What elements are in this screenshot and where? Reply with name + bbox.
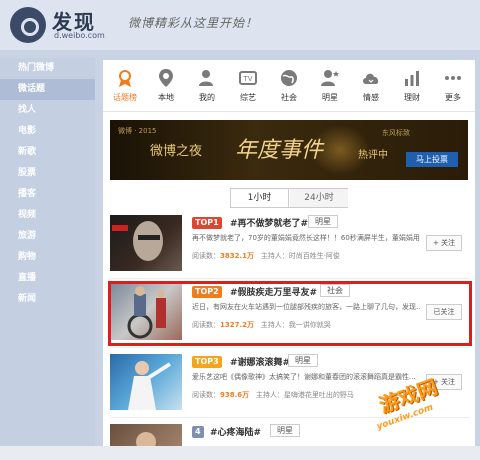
read-count: 938.6万 bbox=[220, 391, 250, 399]
tab-24-hours[interactable]: 24小时 bbox=[290, 189, 348, 207]
nav-item-society[interactable]: 社会 bbox=[269, 68, 309, 103]
banner-tagline: 热评中 bbox=[358, 150, 388, 161]
sidebar-item-topics[interactable]: 微话题 bbox=[0, 79, 95, 100]
category-tag[interactable]: 明星 bbox=[308, 215, 338, 228]
sidebar-item-hot[interactable]: 热门微博 bbox=[0, 58, 95, 79]
sidebar-item-people[interactable]: 找人 bbox=[0, 100, 95, 121]
weibo-eye-logo-icon[interactable] bbox=[10, 7, 46, 43]
rank-badge: TOP3 bbox=[192, 356, 222, 368]
sidebar-item-travel[interactable]: 旅游 bbox=[0, 226, 95, 247]
rank-badge: TOP1 bbox=[192, 217, 222, 229]
banner-headline: 年度事件 bbox=[235, 138, 324, 163]
topic-title[interactable]: #谢娜滚滚舞# bbox=[230, 355, 290, 368]
sidebar-item-shopping[interactable]: 购物 bbox=[0, 247, 95, 268]
banner-small-text: 微博 · 2015 bbox=[118, 127, 157, 135]
svg-text:TV: TV bbox=[242, 75, 252, 83]
tab-1-hour[interactable]: 1小时 bbox=[231, 189, 289, 207]
vote-button[interactable]: 马上投票 bbox=[406, 152, 458, 167]
nav-item-variety[interactable]: TV 综艺 bbox=[228, 68, 268, 103]
category-tag[interactable]: 明星 bbox=[288, 354, 318, 367]
cloud-icon bbox=[360, 68, 382, 88]
sidebar: 热门微博 微话题 找人 电影 新歌 股票 播客 视频 旅游 购物 直播 新闻 bbox=[0, 58, 95, 460]
sidebar-item-stocks[interactable]: 股票 bbox=[0, 163, 95, 184]
more-icon bbox=[442, 68, 464, 88]
nav-item-local[interactable]: 本地 bbox=[146, 68, 186, 103]
category-nav: 话题榜 本地 我的 TV 综艺 社会 明星 情感 理财 更多 bbox=[103, 60, 475, 112]
nav-item-more[interactable]: 更多 bbox=[433, 68, 473, 103]
host-name: 主持人：星嗨港花里吐出的野马 bbox=[255, 391, 354, 399]
highlight-box bbox=[108, 281, 472, 346]
follow-button[interactable]: + 关注 bbox=[426, 235, 462, 251]
footer-strip bbox=[0, 446, 480, 460]
nav-item-finance[interactable]: 理财 bbox=[392, 68, 432, 103]
topic-title[interactable]: #心疼海陆# bbox=[210, 425, 261, 438]
read-count: 3832.1万 bbox=[220, 252, 255, 260]
sidebar-item-video[interactable]: 视频 bbox=[0, 205, 95, 226]
sidebar-item-music[interactable]: 新歌 bbox=[0, 142, 95, 163]
topic-thumbnail[interactable] bbox=[110, 215, 182, 271]
banner-brand: 东风标致 bbox=[382, 129, 410, 137]
sidebar-item-live[interactable]: 直播 bbox=[0, 268, 95, 289]
topic-title[interactable]: #再不做梦就老了# bbox=[230, 216, 308, 229]
topic-meta: 阅读数：3832.1万 主持人：时尚百姓生·阿俊 bbox=[192, 252, 340, 260]
sidebar-item-podcast[interactable]: 播客 bbox=[0, 184, 95, 205]
award-icon bbox=[114, 68, 136, 88]
nav-item-mine[interactable]: 我的 bbox=[187, 68, 227, 103]
banner-title: 微博之夜 bbox=[150, 144, 203, 159]
tv-icon: TV bbox=[237, 68, 259, 88]
category-tag[interactable]: 明星 bbox=[270, 424, 300, 437]
sidebar-item-movies[interactable]: 电影 bbox=[0, 121, 95, 142]
topic-description: 再不做梦就老了，70岁的董娟娟竟然长这样！！60秒满屏半生，董娟娟用7... bbox=[192, 234, 420, 242]
nav-item-emotion[interactable]: 情感 bbox=[351, 68, 391, 103]
location-icon bbox=[155, 68, 177, 88]
site-url: d.weibo.com bbox=[54, 31, 105, 40]
time-tabs: 1小时 24小时 bbox=[230, 188, 348, 208]
nav-item-stars[interactable]: 明星 bbox=[310, 68, 350, 103]
sidebar-item-news[interactable]: 新闻 bbox=[0, 289, 95, 310]
host-name: 主持人：时尚百姓生·阿俊 bbox=[260, 252, 340, 260]
topic-thumbnail[interactable] bbox=[110, 354, 182, 410]
nav-item-topic-ranking[interactable]: 话题榜 bbox=[105, 68, 145, 103]
user-icon bbox=[196, 68, 218, 88]
topic-meta: 阅读数：938.6万 主持人：星嗨港花里吐出的野马 bbox=[192, 391, 354, 399]
star-icon bbox=[319, 68, 341, 88]
slogan: 微博精彩从这里开始！ bbox=[128, 16, 259, 30]
list-item[interactable]: TOP1 #再不做梦就老了# 明星 再不做梦就老了，70岁的董娟娟竟然长这样！！… bbox=[110, 215, 470, 277]
chart-icon bbox=[401, 68, 423, 88]
rank-badge: 4 bbox=[192, 426, 204, 438]
globe-icon bbox=[278, 68, 300, 88]
header: 发现 d.weibo.com 微博精彩从这里开始！ bbox=[0, 0, 480, 50]
promo-banner[interactable]: 微博 · 2015 东风标致 微博之夜 年度事件 热评中 马上投票 bbox=[110, 120, 468, 180]
